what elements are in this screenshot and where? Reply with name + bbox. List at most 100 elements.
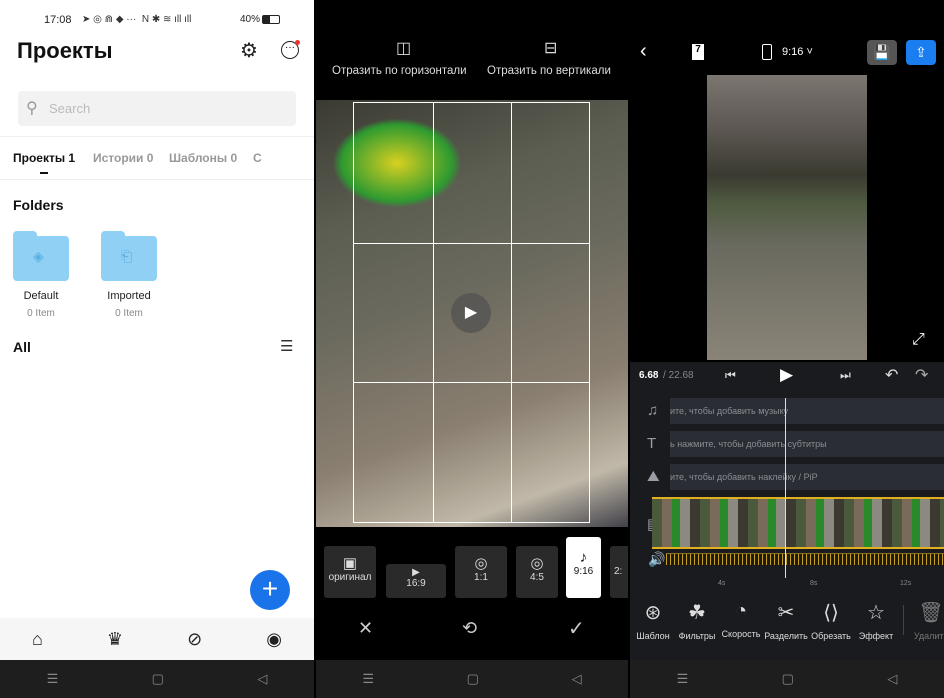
video-clip[interactable] xyxy=(652,497,944,549)
scissors-icon: ✂ xyxy=(777,602,795,624)
aspect-selector[interactable]: 9:16 ˅ xyxy=(782,46,813,58)
list-view-icon[interactable]: ☰ xyxy=(280,337,293,355)
profile-icon[interactable]: ◉ xyxy=(266,629,282,650)
ratio-16-9[interactable]: ▶ 16:9 xyxy=(386,564,446,598)
import-icon: ⎗ xyxy=(121,248,133,264)
fullscreen-icon[interactable]: ⤢ xyxy=(912,331,925,349)
tab-templates[interactable]: Шаблоны 0 xyxy=(169,151,237,165)
all-heading: All xyxy=(13,339,31,355)
sticker-track[interactable]: ите, чтобы добавить наклейку / PiP xyxy=(670,464,944,490)
home-icon[interactable]: ⌂ xyxy=(32,629,43,650)
search-icon: ⚲ xyxy=(26,100,38,117)
battery-level: 40% xyxy=(240,14,261,25)
square-icon: ▣ xyxy=(342,555,358,572)
confirm-check-icon[interactable]: ✓ xyxy=(568,616,585,641)
tab-stories[interactable]: Истории 0 xyxy=(93,151,153,165)
time-total: / 22.68 xyxy=(663,370,694,381)
volume-icon[interactable]: 🔊 xyxy=(648,551,665,568)
add-sticker-icon[interactable]: ⛰ xyxy=(647,468,660,485)
projects-screen: 17:08 ➤ ◎ ⋒ ◆ ··· N ✱ ≋ ıll ıll 40% Прое… xyxy=(0,0,314,698)
crown-icon[interactable]: ♛ xyxy=(107,629,123,650)
tick-label: 12s xyxy=(900,580,912,587)
tool-effect[interactable]: ☆ Эффект xyxy=(853,600,899,641)
template-icon[interactable]: 7 xyxy=(692,44,704,60)
ratio-original[interactable]: ▣ оригинал xyxy=(324,546,376,598)
filters-icon: ☘ xyxy=(688,602,706,624)
instagram-icon: ◎ xyxy=(474,555,488,572)
ratio-2[interactable]: 2: xyxy=(610,546,628,598)
ratio-4-5[interactable]: ◎ 4:5 xyxy=(516,546,558,598)
home-button-icon[interactable]: ▢ xyxy=(782,671,794,687)
system-nav: ☰ ▢ ◁ xyxy=(316,660,628,698)
tool-delete[interactable]: 🗑Удалить xyxy=(908,600,944,641)
play-button[interactable]: ▶ xyxy=(451,293,491,333)
tool-template[interactable]: ⊛ Шаблон xyxy=(630,600,676,641)
export-button[interactable]: ⇪ xyxy=(906,40,936,65)
skip-start-icon[interactable]: ⏮ xyxy=(725,368,736,383)
instagram-icon: ◎ xyxy=(530,555,544,572)
battery-icon xyxy=(262,15,280,24)
phone-aspect-icon xyxy=(762,44,772,60)
mirror-vertical-button[interactable]: Отразить по вертикали xyxy=(487,65,611,77)
menu-icon[interactable]: ☰ xyxy=(677,671,689,687)
save-button[interactable]: 💾 xyxy=(867,40,897,65)
time-current: 6.68 xyxy=(639,370,659,381)
tab-more[interactable]: С xyxy=(253,151,262,165)
mirror-vertical-icon[interactable]: ⊟ xyxy=(544,38,557,58)
gear-icon[interactable]: ⚙ xyxy=(240,38,258,63)
template-icon: ⊛ xyxy=(644,602,662,624)
crop-screen: ◫ Отразить по горизонтали ⊟ Отразить по … xyxy=(316,0,628,698)
home-button-icon[interactable]: ▢ xyxy=(152,671,164,687)
more-icon[interactable]: ··· xyxy=(281,40,300,59)
back-icon[interactable]: ◁ xyxy=(887,671,897,687)
layers-icon: ◈ xyxy=(33,248,44,264)
mirror-horizontal-button[interactable]: Отразить по горизонтали xyxy=(332,65,467,77)
ratio-1-1[interactable]: ◎ 1:1 xyxy=(455,546,507,598)
tool-split[interactable]: ✂ Разделить xyxy=(763,600,809,641)
folder-name: Imported xyxy=(107,290,151,302)
home-button-icon[interactable]: ▢ xyxy=(467,671,479,687)
tab-projects[interactable]: Проекты 1 xyxy=(13,151,75,165)
tool-filters[interactable]: ☘ Фильтры xyxy=(674,600,720,641)
tick-label: 8s xyxy=(810,580,818,587)
folder-name: Default xyxy=(23,290,59,302)
status-time: 17:08 xyxy=(44,14,72,26)
menu-icon[interactable]: ☰ xyxy=(362,671,374,687)
folders-heading: Folders xyxy=(13,197,64,213)
page-title: Проекты xyxy=(17,38,113,63)
back-icon[interactable]: ◁ xyxy=(572,671,582,687)
tool-speed[interactable]: ◔ Скорость xyxy=(718,600,764,639)
subtitle-track[interactable]: ь нажмите, чтобы добавить субтитры xyxy=(670,431,944,457)
compass-icon[interactable]: ⊘ xyxy=(187,629,202,650)
system-nav: ☰ ▢ ◁ xyxy=(630,660,944,698)
folder-count: 0 Item xyxy=(27,308,55,319)
system-nav: ☰ ▢ ◁ xyxy=(0,660,314,698)
skip-end-icon[interactable]: ⏭ xyxy=(840,368,851,383)
folder-default[interactable]: ◈ xyxy=(13,231,69,281)
trash-icon: 🗑 xyxy=(918,602,944,624)
editor-screen: ‹ 7 9:16 ˅ 💾 ⇪ ⤢ 6.68 / 22.68 ⏮ ▶ ⏭ ↶ ↷ … xyxy=(630,0,944,698)
add-project-button[interactable]: + xyxy=(250,570,290,610)
music-track[interactable]: ите, чтобы добавить музыку xyxy=(670,398,944,424)
ratio-9-16[interactable]: ♪ 9:16 xyxy=(566,537,601,598)
menu-icon[interactable]: ☰ xyxy=(47,671,59,687)
add-music-icon[interactable]: ♫ xyxy=(647,402,658,419)
mirror-horizontal-icon[interactable]: ◫ xyxy=(396,38,411,58)
back-icon[interactable]: ◁ xyxy=(257,671,267,687)
playhead[interactable] xyxy=(785,398,786,578)
tool-trim[interactable]: ⟨⟩ Обрезать xyxy=(808,600,854,641)
close-icon[interactable]: ✕ xyxy=(358,618,373,639)
folder-imported[interactable]: ⎗ xyxy=(101,231,157,281)
add-text-icon[interactable]: T xyxy=(647,435,656,452)
bottom-nav: ⌂ ♛ ⊘ ◉ xyxy=(0,618,314,660)
redo-icon[interactable]: ↷ xyxy=(915,365,928,385)
undo-icon[interactable]: ↶ xyxy=(885,365,898,385)
back-icon[interactable]: ‹ xyxy=(640,40,647,63)
trim-icon: ⟨⟩ xyxy=(823,602,839,624)
youtube-icon: ▶ xyxy=(412,567,420,578)
play-button[interactable]: ▶ xyxy=(780,365,793,385)
star-icon: ☆ xyxy=(867,602,885,624)
status-icons: ➤ ◎ ⋒ ◆ ··· N ✱ ≋ ıll ıll xyxy=(82,14,192,25)
search-input[interactable]: ⚲ Search xyxy=(18,91,296,126)
rotate-icon[interactable]: ⟲ xyxy=(462,618,477,639)
